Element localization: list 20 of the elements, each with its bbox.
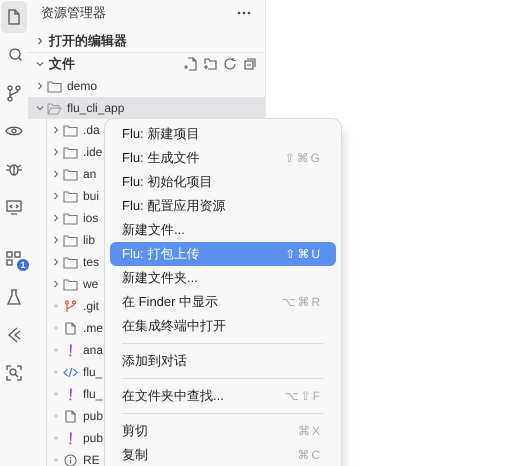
file-name: RE — [83, 453, 100, 466]
file-name: .da — [83, 123, 100, 137]
file-name: we — [83, 277, 98, 291]
file-name: an — [83, 167, 96, 181]
file-name: bui — [83, 189, 100, 203]
file-name: flu_cli_app — [67, 101, 124, 115]
file-name: pub — [83, 409, 104, 423]
file-name: demo — [67, 79, 98, 93]
file-name: pub — [83, 431, 104, 445]
file-name: flu_ — [83, 387, 102, 401]
file-name: tes — [83, 255, 100, 269]
file-name: ios — [83, 211, 98, 225]
file-name: .me — [83, 321, 104, 335]
file-name: .git — [83, 299, 100, 313]
file-name: ana — [83, 343, 104, 357]
file-name: .ide — [83, 145, 102, 159]
file-name: flu_ — [83, 365, 102, 379]
badge: 1 — [17, 259, 29, 271]
sidebar-title: 资源管理器 — [41, 4, 106, 22]
file-name: lib — [83, 233, 96, 247]
